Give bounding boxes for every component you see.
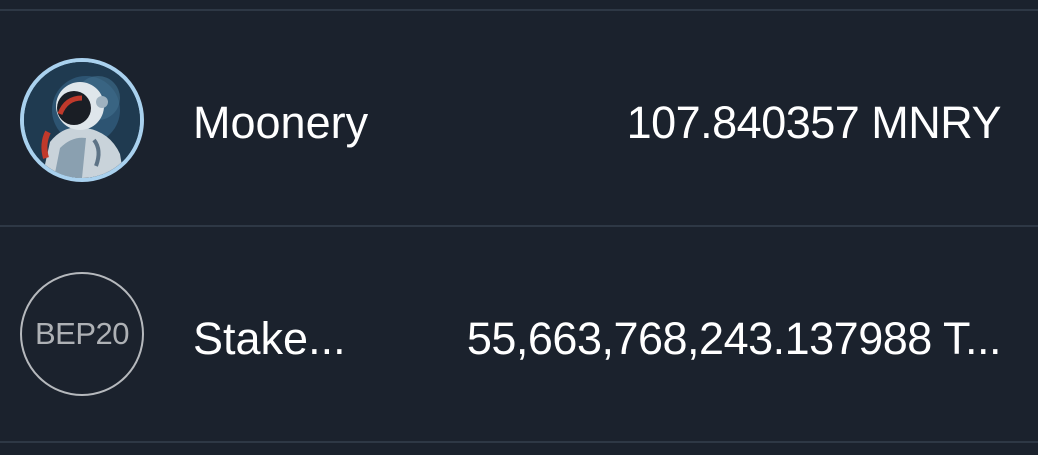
token-name: Moonery <box>193 97 369 148</box>
token-name: Stake... <box>193 313 346 364</box>
astronaut-avatar-icon <box>20 58 144 182</box>
token-amount: 107.840357 MNRY <box>626 97 1002 148</box>
token-row-moonery[interactable]: Moonery 107.840357 MNRY <box>0 11 1038 225</box>
token-row-stake[interactable]: BEP20 Stake... 55,663,768,243.137988 T..… <box>0 227 1038 441</box>
bep20-icon-label: BEP20 <box>34 316 130 351</box>
bottom-divider <box>0 441 1038 443</box>
bep20-token-icon: BEP20 <box>20 272 144 396</box>
token-amount: 55,663,768,243.137988 T... <box>466 313 1002 364</box>
